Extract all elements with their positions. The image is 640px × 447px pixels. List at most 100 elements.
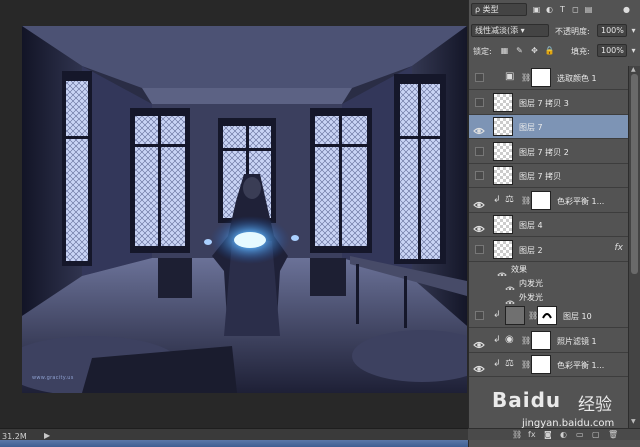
mask-link-icon[interactable]: ⛓ [521,196,531,205]
layer-name[interactable]: 图层 2 [519,245,543,256]
visibility-toggle[interactable] [475,146,484,156]
layer-thumbnail[interactable] [493,141,513,161]
effects-header[interactable]: 效果 [469,262,629,278]
layer-row[interactable]: ↲ ⚖ ⛓ 色彩平衡 1... [469,188,629,213]
effect-inner-glow[interactable]: 内发光 [469,276,629,292]
layer-name[interactable]: 图层 7 拷贝 2 [519,147,569,158]
folder-icon[interactable]: ▭ [576,430,584,439]
visibility-eye-icon[interactable] [473,335,485,348]
layer-name[interactable]: 色彩平衡 1... [557,360,604,371]
visibility-eye-icon[interactable] [473,359,485,373]
opacity-dropdown-icon[interactable]: ▾ [628,25,639,36]
filter-toggle-icon[interactable]: ● [621,4,632,15]
lock-all-icon[interactable]: 🔒 [544,45,555,56]
layer-row[interactable]: 图层 4 [469,213,629,237]
link-icon[interactable]: ⛓ [512,430,522,439]
layers-scrollbar[interactable]: ▲ ▼ [628,66,640,428]
layer-name[interactable]: 照片滤镜 1 [557,336,597,347]
fill-dropdown-icon[interactable]: ▾ [628,45,639,56]
layer-mask-thumbnail[interactable] [531,68,551,87]
layer-row[interactable]: ▣ ⛓ 选取颜色 1 [469,66,629,90]
effect-outer-glow[interactable]: 外发光 [469,290,629,306]
layer-row[interactable]: ↲ ⛓ 图层 10 [469,304,629,328]
visibility-toggle[interactable] [475,97,484,107]
visibility-eye-icon[interactable] [473,195,485,208]
layer-name[interactable]: 图层 10 [563,311,592,322]
mask-link-icon[interactable]: ⛓ [521,360,531,369]
fill-value: 100% [601,46,624,55]
layer-thumbnail[interactable] [505,306,525,325]
visibility-toggle[interactable] [475,171,484,180]
adjustment-layer-icon: ⚖ [505,358,514,369]
lock-transparent-icon[interactable]: ▦ [499,45,510,56]
layer-filter-dropdown[interactable]: ρ 类型 [471,3,527,16]
layers-list[interactable]: ▣ ⛓ 选取颜色 1 图层 7 拷贝 3 图层 7 图层 7 拷贝 2 图层 7 拷贝 ↲ ⚖ ⛓… [469,66,629,428]
filter-adjust-icon[interactable]: ◐ [544,4,555,15]
layer-name[interactable]: 色彩平衡 1... [557,196,604,207]
layer-effects-fx-icon[interactable]: fx [615,243,624,253]
visibility-eye-icon[interactable] [473,219,485,233]
layer-row[interactable]: ↲ ◉ ⛓ 照片滤镜 1 [469,328,629,353]
layer-thumbnail[interactable] [493,117,513,136]
scroll-down-icon[interactable]: ▼ [631,418,636,425]
document-artwork[interactable]: www.gracity.us [22,26,467,393]
fill-label: 填充: [571,47,590,56]
layer-name[interactable]: 选取颜色 1 [557,73,597,84]
fx-icon[interactable]: fx [528,430,536,439]
layer-thumbnail[interactable] [493,239,513,259]
layer-row[interactable]: 图层 7 拷贝 2 [469,139,629,164]
filter-smart-icon[interactable]: ▤ [583,4,594,15]
filter-type-icon[interactable]: T [557,4,568,15]
canvas-area[interactable]: www.gracity.us [0,0,468,428]
artwork-watermark: www.gracity.us [32,375,74,381]
effect-visibility-eye-icon[interactable] [497,264,509,278]
visibility-toggle[interactable] [475,73,484,82]
blend-mode-dropdown[interactable]: 线性减淡(添 ▾ [471,24,549,37]
layer-row[interactable]: 图层 2 fx [469,237,629,262]
layer-row[interactable]: 图层 7 拷贝 [469,164,629,188]
adjustment-layer-icon: ▣ [505,71,515,82]
layer-name[interactable]: 图层 7 拷贝 3 [519,98,569,109]
fill-input[interactable]: 100% [597,44,627,57]
layer-mask-thumbnail[interactable] [531,355,551,374]
photoshop-window: www.gracity.us 31.2M ▶ ρ 类型 ▣ ◐ T ◻ ▤ ● … [0,0,640,447]
filter-pixel-icon[interactable]: ▣ [531,4,542,15]
layer-thumbnail[interactable] [493,166,513,185]
visibility-eye-icon[interactable] [473,121,485,135]
mask-link-icon[interactable]: ⛓ [521,73,531,82]
new-layer-icon[interactable]: ▢ [592,430,600,439]
mask-link-icon[interactable]: ⛓ [521,336,531,345]
effect-visibility-eye-icon[interactable] [505,278,517,292]
opacity-input[interactable]: 100% [597,24,627,37]
layer-name[interactable]: 图层 7 [519,122,543,133]
layer-row[interactable]: 图层 7 [469,115,629,139]
layer-name[interactable]: 图层 7 拷贝 [519,171,561,182]
layer-name[interactable]: 图层 4 [519,220,543,231]
layer-row[interactable]: 图层 7 拷贝 3 [469,90,629,115]
effect-visibility-eye-icon[interactable] [505,292,517,306]
lock-move-icon[interactable]: ✥ [529,45,540,56]
clipping-mask-icon: ↲ [493,359,501,369]
mask-icon[interactable]: ◙ [544,430,552,439]
filter-shape-icon[interactable]: ◻ [570,4,581,15]
layer-mask-thumbnail[interactable] [531,330,551,350]
layer-thumbnail[interactable] [493,92,513,112]
trash-icon[interactable]: 🗑 [608,430,618,439]
opacity-value: 100% [601,26,624,35]
layer-mask-thumbnail[interactable] [537,306,557,325]
status-menu-arrow-icon[interactable]: ▶ [44,431,50,440]
scroll-up-icon[interactable]: ▲ [631,66,636,73]
lock-label: 锁定: [473,47,492,56]
clipping-mask-icon: ↲ [493,194,501,205]
layer-row[interactable]: ↲ ⚖ ⛓ 色彩平衡 1... [469,353,629,377]
visibility-toggle[interactable] [475,244,484,254]
scroll-thumb[interactable] [631,74,638,274]
adjust-icon[interactable]: ◐ [560,430,567,439]
opacity-label: 不透明度: [555,27,590,36]
adjustment-layer-icon: ◉ [505,333,514,345]
layer-thumbnail[interactable] [493,215,513,234]
clipping-mask-icon: ↲ [493,310,501,320]
lock-paint-icon[interactable]: ✎ [514,45,525,56]
layer-mask-thumbnail[interactable] [531,190,551,210]
visibility-toggle[interactable] [475,311,484,320]
